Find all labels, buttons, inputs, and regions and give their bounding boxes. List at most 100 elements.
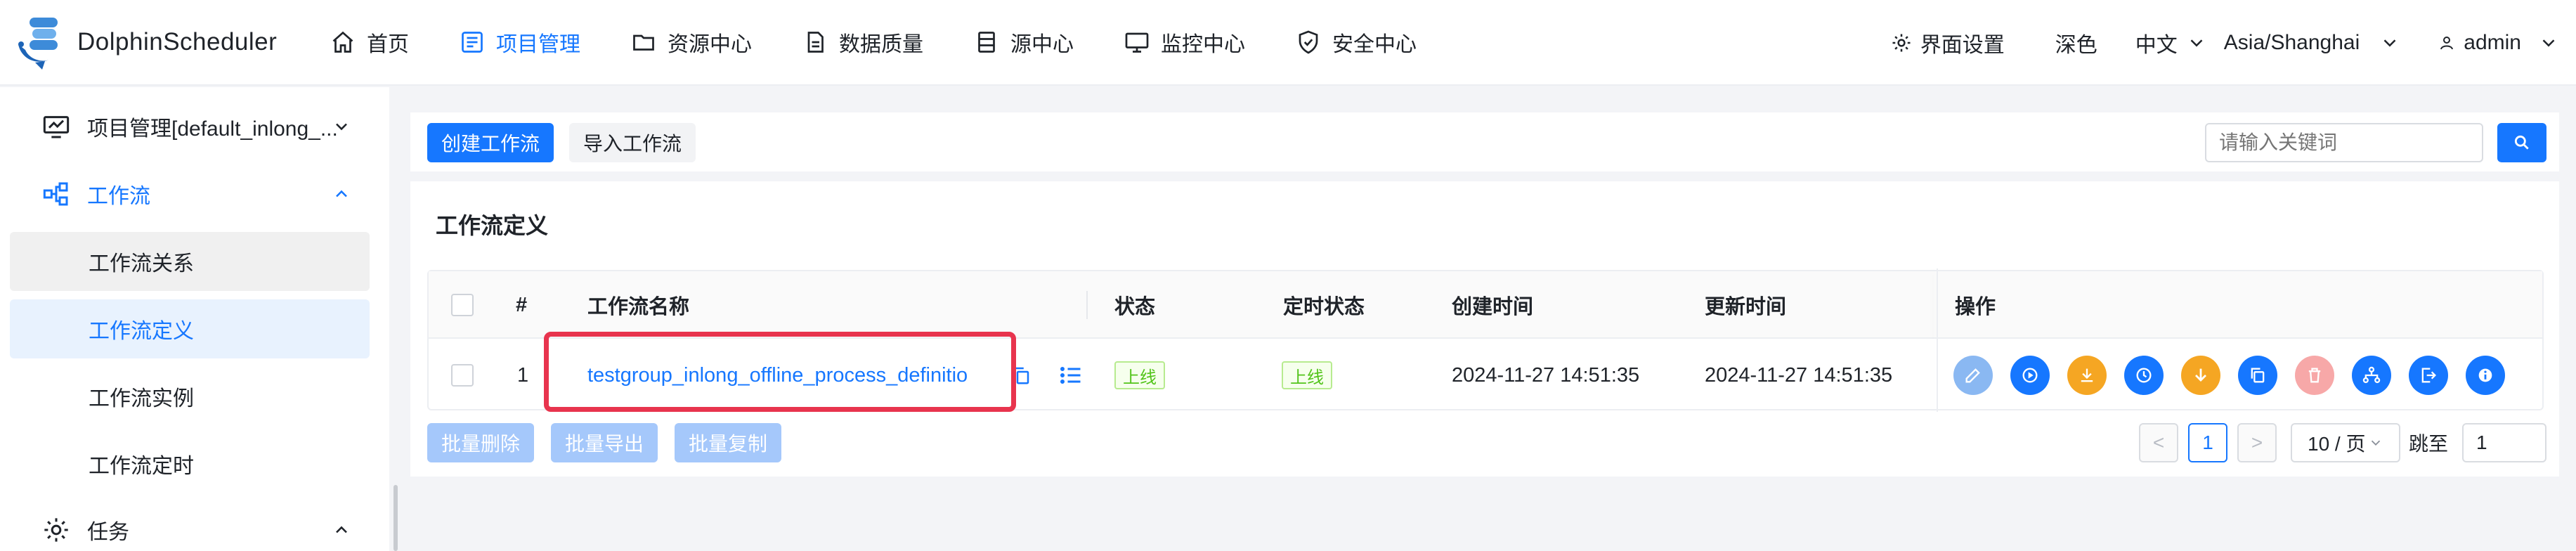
info-button[interactable]: [2466, 356, 2505, 395]
create-workflow-button[interactable]: 创建工作流: [427, 123, 554, 162]
sidebar-item-label: 工作流关系: [89, 252, 194, 276]
nav-item-label: 项目管理: [496, 33, 580, 56]
top-right-controls: 界面设置 深色 中文 Asia/Shanghai admin: [1874, 0, 2576, 86]
row-checkbox-cell: [451, 339, 474, 412]
tree-icon: [2362, 366, 2381, 384]
user-name: admin: [2464, 31, 2521, 54]
list-icon: [1060, 367, 1081, 384]
app-logo[interactable]: DolphinScheduler: [0, 0, 295, 85]
sidebar-task-label: 任务: [87, 521, 129, 544]
next-page-button[interactable]: >: [2237, 423, 2277, 462]
operations-divider: [1937, 268, 1938, 412]
nav-item-security[interactable]: 安全中心: [1270, 0, 1442, 85]
sidebar-item-workflow-definition[interactable]: 工作流定义: [10, 299, 370, 358]
home-icon: [332, 31, 353, 53]
language-select[interactable]: 中文: [2114, 27, 2224, 58]
chevron-down-icon: [2383, 39, 2396, 47]
edit-button[interactable]: [1953, 356, 1993, 395]
select-all-cell: [451, 271, 474, 339]
workflow-icon: [43, 182, 68, 206]
sidebar-item-workflow-timing[interactable]: 工作流定时: [10, 434, 370, 493]
info-icon: [2478, 368, 2492, 382]
timezone-select[interactable]: Asia/Shanghai: [2224, 31, 2417, 55]
current-page-label: 1: [2202, 432, 2213, 453]
delete-icon: [2308, 368, 2321, 383]
schedule-status-badge: 上线: [1282, 361, 1332, 389]
search-button[interactable]: [2497, 123, 2546, 162]
sidebar-item-label: 工作流定义: [89, 320, 194, 343]
select-all-checkbox[interactable]: [451, 294, 474, 316]
sidebar: 项目管理[default_inlong_... 工作流 工作流关系 工作流定义 …: [0, 87, 389, 551]
monitor-icon: [1125, 32, 1149, 53]
col-header-updated: 更新时间: [1705, 296, 1787, 318]
card-title: 工作流定义: [436, 213, 549, 238]
nav-item-resources[interactable]: 资源中心: [606, 0, 777, 85]
created-time: 2024-11-27 14:51:35: [1452, 363, 1640, 387]
run-button[interactable]: [2010, 356, 2050, 395]
user-menu[interactable]: admin: [2417, 31, 2576, 55]
nav-item-label: 源中心: [1010, 33, 1074, 56]
col-header-name: 工作流名称: [587, 296, 690, 318]
col-header-operations: 操作: [1955, 296, 1996, 318]
sidebar-project-label: 项目管理[default_inlong_...: [87, 117, 338, 141]
copy-button[interactable]: [2238, 356, 2277, 395]
batch-delete-label: 批量删除: [441, 433, 520, 455]
jump-page-input[interactable]: [2462, 423, 2546, 462]
page-1-button[interactable]: 1: [2188, 423, 2227, 462]
sidebar-project-menu[interactable]: 项目管理[default_inlong_...: [42, 105, 347, 148]
gear-icon: [1892, 34, 1911, 52]
sidebar-workflow-label: 工作流: [87, 185, 150, 208]
nav-item-label: 监控中心: [1161, 33, 1245, 56]
page-size-select[interactable]: 10 / 页: [2291, 423, 2400, 462]
chevron-down-icon: [2190, 39, 2203, 47]
import-workflow-label: 导入工作流: [583, 133, 682, 155]
nav-item-datasource[interactable]: 源中心: [949, 0, 1099, 85]
sidebar-scrollbar[interactable]: [393, 485, 398, 551]
gear-icon: [44, 518, 68, 542]
search-input[interactable]: [2205, 123, 2483, 162]
chevron-down-icon: [2372, 440, 2381, 446]
batch-export-label: 批量导出: [564, 433, 644, 455]
col-header-schedule-status: 定时状态: [1283, 296, 1365, 318]
copy-icon: [2251, 368, 2265, 383]
row-index: 1: [517, 363, 529, 387]
nav-item-data-quality[interactable]: 数据质量: [777, 0, 949, 85]
column-resizer[interactable]: [1086, 291, 1088, 319]
language-label: 中文: [2135, 34, 2178, 57]
sidebar-task-group[interactable]: 任务: [42, 509, 347, 551]
sidebar-item-workflow-instance[interactable]: 工作流实例: [10, 367, 370, 426]
theme-toggle[interactable]: 深色: [2022, 27, 2114, 58]
import-workflow-button[interactable]: 导入工作流: [569, 123, 696, 162]
ui-settings-button[interactable]: 界面设置: [1874, 27, 2022, 58]
run-icon: [2022, 368, 2038, 383]
prev-page-label: <: [2152, 432, 2165, 453]
nav-item-project[interactable]: 项目管理: [434, 0, 606, 85]
batch-copy-label: 批量复制: [688, 433, 767, 455]
batch-copy-button[interactable]: 批量复制: [675, 423, 781, 462]
delete-button[interactable]: [2295, 356, 2334, 395]
updated-time: 2024-11-27 14:51:35: [1705, 363, 1893, 387]
status-badge: 上线: [1114, 361, 1165, 389]
main-nav: 首页 项目管理 资源中心 数据质量 源中心 监控中心 安全中心: [305, 0, 1442, 85]
shield-icon: [1299, 30, 1318, 54]
view-versions-icon[interactable]: [1058, 339, 1084, 412]
offline-button[interactable]: [2181, 356, 2220, 395]
batch-delete-button[interactable]: 批量删除: [427, 423, 534, 462]
prev-page-button[interactable]: <: [2139, 423, 2178, 462]
col-header-status: 状态: [1114, 296, 1156, 318]
chevron-up-icon: [336, 526, 347, 533]
batch-export-button[interactable]: 批量导出: [551, 423, 658, 462]
nav-item-home[interactable]: 首页: [305, 0, 434, 85]
sidebar-workflow-group[interactable]: 工作流: [42, 173, 347, 215]
sidebar-item-workflow-relation[interactable]: 工作流关系: [10, 232, 370, 291]
publish-button[interactable]: [2067, 356, 2107, 395]
offline-icon: [2195, 368, 2206, 382]
nav-item-monitor[interactable]: 监控中心: [1099, 0, 1270, 85]
row-checkbox[interactable]: [451, 364, 474, 387]
schedule-status-cell: 上线: [1282, 339, 1332, 412]
export-button[interactable]: [2409, 356, 2448, 395]
timing-button[interactable]: [2124, 356, 2164, 395]
sidebar-item-label: 工作流实例: [89, 387, 194, 410]
tree-button[interactable]: [2352, 356, 2391, 395]
col-header-created: 创建时间: [1452, 296, 1534, 318]
